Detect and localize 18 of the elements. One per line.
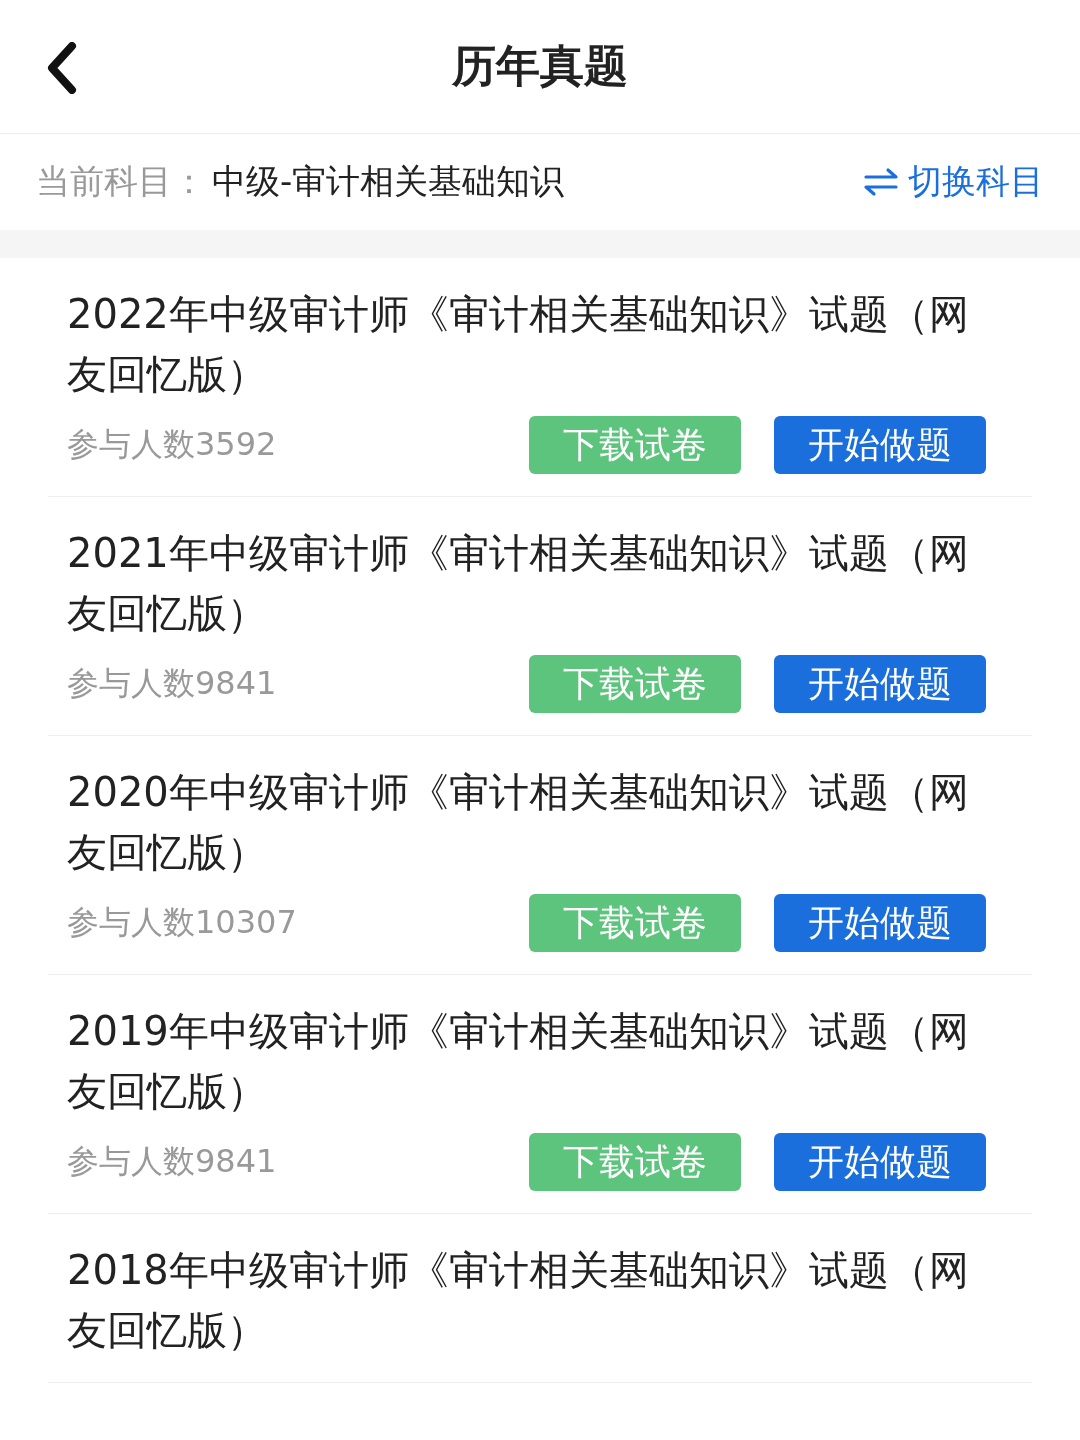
- start-button[interactable]: 开始做题: [774, 416, 986, 474]
- participant-count: 参与人数9841: [67, 663, 278, 704]
- paper-title[interactable]: 2019年中级审计师《审计相关基础知识》试题（网友回忆版）: [67, 1001, 997, 1121]
- start-button[interactable]: 开始做题: [774, 894, 986, 952]
- subject-name: 中级-审计相关基础知识: [212, 160, 565, 203]
- participant-count: 参与人数9841: [67, 1141, 278, 1182]
- start-button[interactable]: 开始做题: [774, 655, 986, 713]
- paper-title[interactable]: 2021年中级审计师《审计相关基础知识》试题（网友回忆版）: [67, 523, 997, 643]
- subject-label: 当前科目：: [36, 160, 206, 203]
- paper-title[interactable]: 2020年中级审计师《审计相关基础知识》试题（网友回忆版）: [67, 762, 997, 882]
- page-title: 历年真题: [452, 39, 628, 93]
- start-button[interactable]: 开始做题: [774, 1133, 986, 1191]
- participant-count: 参与人数10307: [67, 902, 298, 943]
- paper-title[interactable]: 2022年中级审计师《审计相关基础知识》试题（网友回忆版）: [67, 284, 997, 404]
- paper-title[interactable]: 2018年中级审计师《审计相关基础知识》试题（网友回忆版）: [67, 1240, 997, 1360]
- participant-count: 参与人数3592: [67, 424, 278, 465]
- switch-subject-button[interactable]: 切换科目: [864, 159, 1044, 205]
- swap-icon: [864, 167, 898, 197]
